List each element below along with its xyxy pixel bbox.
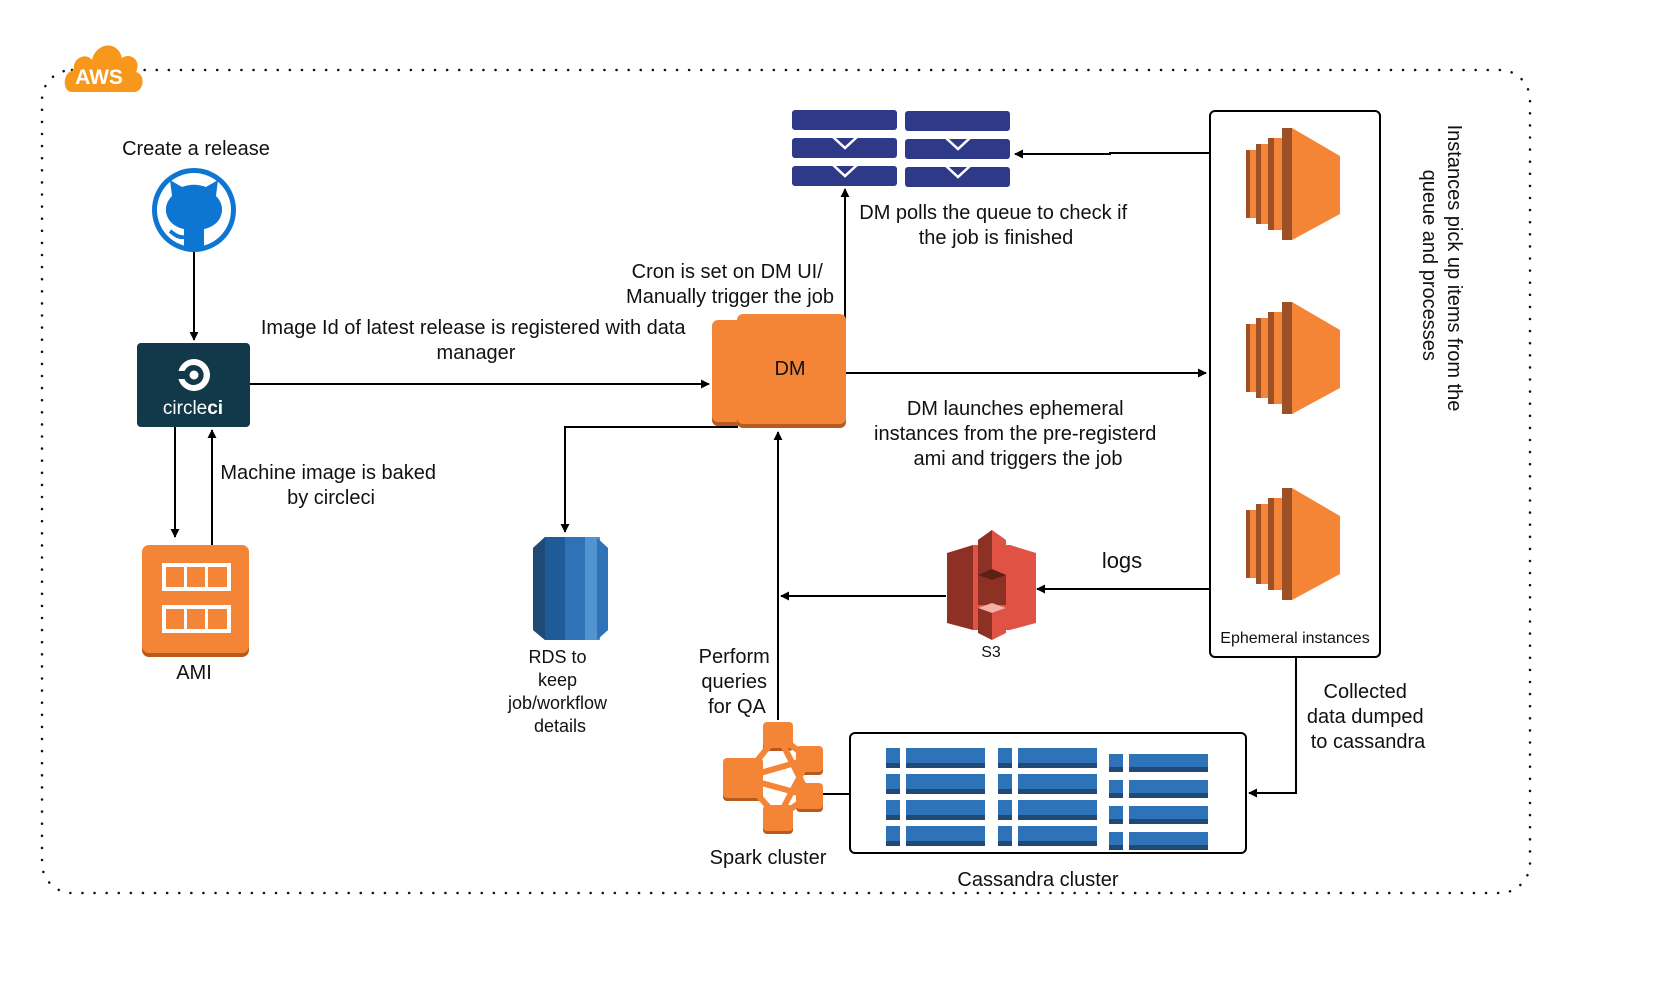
- architecture-diagram: AWS Create a release circleci AMI DM RDS…: [40, 45, 1532, 895]
- rds-node[interactable]: RDS to keep job/workflow details: [507, 537, 612, 736]
- aws-cloud-icon: AWS: [64, 45, 143, 92]
- rds-caption: RDS to keep job/workflow details: [507, 647, 612, 736]
- ami-node[interactable]: AMI: [142, 545, 249, 684]
- label-cron-trigger: Cron is set on DM UI/ Manually trigger t…: [626, 261, 834, 308]
- cassandra-node[interactable]: Cassandra cluster: [849, 732, 1247, 891]
- aws-label: AWS: [75, 66, 123, 89]
- ephemeral-caption: Ephemeral instances: [1220, 630, 1369, 647]
- label-perform-queries: Perform queries for QA: [699, 646, 776, 718]
- github-caption: Create a release: [122, 138, 270, 160]
- spark-cluster-icon: [723, 722, 823, 834]
- label-collected-data: Collected data dumped to cassandra: [1307, 681, 1429, 753]
- edge-ephemeral-to-cassandra: [1248, 658, 1297, 798]
- circleci-node[interactable]: circleci: [137, 343, 250, 427]
- rds-database-icon: [533, 537, 608, 640]
- label-machine-image-baked: Machine image is baked by circleci: [220, 462, 441, 509]
- queue-node[interactable]: [792, 110, 1010, 187]
- label-logs: logs: [1102, 548, 1142, 573]
- ami-caption: AMI: [176, 662, 212, 684]
- circleci-wordmark: circleci: [163, 398, 223, 419]
- label-dm-polls: DM polls the queue to check if the job i…: [859, 202, 1132, 249]
- edge-dm-to-rds: [560, 426, 738, 533]
- s3-bucket-icon: [947, 530, 1036, 640]
- s3-node[interactable]: S3: [947, 530, 1036, 661]
- label-dm-launches: DM launches ephemeral instances from the…: [874, 398, 1162, 470]
- dm-label: DM: [774, 358, 805, 380]
- ephemeral-node[interactable]: Ephemeral instances: [1209, 110, 1381, 658]
- github-icon: [152, 168, 236, 252]
- label-image-registered: Image Id of latest release is registered…: [261, 317, 691, 364]
- dm-node[interactable]: DM: [712, 314, 846, 428]
- github-node[interactable]: Create a release: [122, 138, 270, 252]
- ami-icon: [142, 545, 249, 657]
- sqs-queue-icon: [792, 110, 897, 186]
- spark-node[interactable]: Spark cluster: [710, 722, 827, 869]
- label-instances-pick-up: queue and processes Instances pick up it…: [1418, 125, 1465, 412]
- spark-caption: Spark cluster: [710, 847, 827, 869]
- sqs-queue-icon: [905, 111, 1010, 187]
- cassandra-caption: Cassandra cluster: [957, 869, 1119, 891]
- edge-ephemeral-to-queue: [1014, 149, 1210, 159]
- s3-caption: S3: [981, 644, 1001, 661]
